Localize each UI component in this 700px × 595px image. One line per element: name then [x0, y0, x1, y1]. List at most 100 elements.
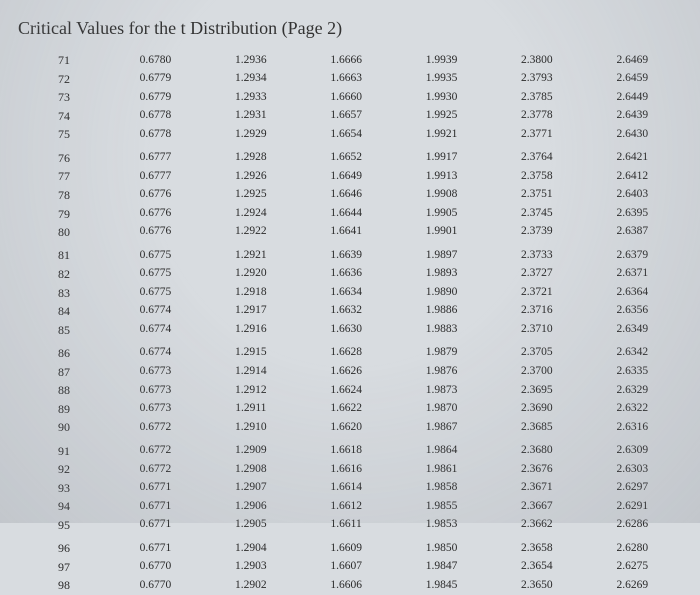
- table-container: 710.67801.29361.66661.99392.38002.646972…: [0, 51, 700, 595]
- value-cell: 1.2921: [203, 241, 298, 264]
- value-cell: 1.6639: [298, 241, 393, 264]
- value-cell: 1.6636: [298, 265, 393, 284]
- table-row: 950.67711.29051.66111.98532.36622.6286: [50, 516, 680, 535]
- value-cell: 1.2910: [203, 418, 298, 437]
- value-cell: 0.6772: [108, 418, 203, 437]
- df-cell: 77: [50, 167, 108, 186]
- value-cell: 1.2925: [203, 186, 298, 205]
- table-row: 740.67781.29311.66571.99252.37782.6439: [50, 107, 680, 126]
- value-cell: 1.6652: [298, 144, 393, 167]
- value-cell: 1.6649: [298, 167, 393, 186]
- value-cell: 1.6622: [298, 400, 393, 419]
- df-cell: 94: [50, 497, 108, 516]
- table-row: 770.67771.29261.66491.99132.37582.6412: [50, 167, 680, 186]
- value-cell: 2.3700: [489, 362, 584, 381]
- value-cell: 2.6329: [585, 381, 680, 400]
- value-cell: 1.2907: [203, 479, 298, 498]
- value-cell: 1.2920: [203, 265, 298, 284]
- value-cell: 0.6774: [108, 339, 203, 362]
- value-cell: 1.2908: [203, 460, 298, 479]
- value-cell: 1.9879: [394, 339, 489, 362]
- df-cell: 84: [50, 302, 108, 321]
- value-cell: 1.6620: [298, 418, 393, 437]
- df-cell: 93: [50, 479, 108, 498]
- df-cell: 91: [50, 437, 108, 460]
- value-cell: 0.6774: [108, 321, 203, 340]
- value-cell: 1.6657: [298, 107, 393, 126]
- value-cell: 1.9845: [394, 576, 489, 595]
- value-cell: 2.3705: [489, 339, 584, 362]
- value-cell: 0.6771: [108, 479, 203, 498]
- value-cell: 2.3716: [489, 302, 584, 321]
- value-cell: 2.6286: [585, 516, 680, 535]
- value-cell: 2.3733: [489, 241, 584, 264]
- value-cell: 2.3662: [489, 516, 584, 535]
- t-distribution-table: 710.67801.29361.66661.99392.38002.646972…: [50, 51, 680, 595]
- value-cell: 2.3727: [489, 265, 584, 284]
- value-cell: 1.9930: [394, 88, 489, 107]
- table-row: 760.67771.29281.66521.99172.37642.6421: [50, 144, 680, 167]
- value-cell: 1.6632: [298, 302, 393, 321]
- value-cell: 2.3778: [489, 107, 584, 126]
- value-cell: 1.6634: [298, 283, 393, 302]
- value-cell: 0.6778: [108, 125, 203, 144]
- value-cell: 0.6777: [108, 167, 203, 186]
- value-cell: 2.6379: [585, 241, 680, 264]
- value-cell: 0.6780: [108, 51, 203, 70]
- value-cell: 2.6280: [585, 534, 680, 557]
- value-cell: 1.6628: [298, 339, 393, 362]
- value-cell: 1.9908: [394, 186, 489, 205]
- value-cell: 2.6297: [585, 479, 680, 498]
- df-cell: 79: [50, 204, 108, 223]
- value-cell: 1.6618: [298, 437, 393, 460]
- value-cell: 1.9861: [394, 460, 489, 479]
- value-cell: 2.6275: [585, 558, 680, 577]
- table-row: 910.67721.29091.66181.98642.36802.6309: [50, 437, 680, 460]
- value-cell: 1.6630: [298, 321, 393, 340]
- value-cell: 0.6773: [108, 400, 203, 419]
- value-cell: 2.3739: [489, 223, 584, 242]
- value-cell: 2.6269: [585, 576, 680, 595]
- value-cell: 1.9917: [394, 144, 489, 167]
- table-row: 790.67761.29241.66441.99052.37452.6395: [50, 204, 680, 223]
- value-cell: 2.6412: [585, 167, 680, 186]
- value-cell: 1.6660: [298, 88, 393, 107]
- value-cell: 0.6776: [108, 204, 203, 223]
- value-cell: 2.6322: [585, 400, 680, 419]
- value-cell: 2.6349: [585, 321, 680, 340]
- value-cell: 1.6644: [298, 204, 393, 223]
- value-cell: 1.9853: [394, 516, 489, 535]
- value-cell: 0.6775: [108, 241, 203, 264]
- value-cell: 2.6449: [585, 88, 680, 107]
- table-row: 750.67781.29291.66541.99212.37712.6430: [50, 125, 680, 144]
- value-cell: 2.6335: [585, 362, 680, 381]
- value-cell: 2.3685: [489, 418, 584, 437]
- value-cell: 1.2928: [203, 144, 298, 167]
- df-cell: 98: [50, 576, 108, 595]
- df-cell: 76: [50, 144, 108, 167]
- value-cell: 1.9876: [394, 362, 489, 381]
- value-cell: 2.3751: [489, 186, 584, 205]
- value-cell: 1.2917: [203, 302, 298, 321]
- value-cell: 2.6387: [585, 223, 680, 242]
- value-cell: 1.2931: [203, 107, 298, 126]
- df-cell: 80: [50, 223, 108, 242]
- value-cell: 2.3654: [489, 558, 584, 577]
- value-cell: 1.9925: [394, 107, 489, 126]
- table-row: 830.67751.29181.66341.98902.37212.6364: [50, 283, 680, 302]
- value-cell: 0.6776: [108, 186, 203, 205]
- value-cell: 0.6779: [108, 88, 203, 107]
- value-cell: 1.2926: [203, 167, 298, 186]
- table-row: 890.67731.29111.66221.98702.36902.6322: [50, 400, 680, 419]
- df-cell: 96: [50, 534, 108, 557]
- df-cell: 73: [50, 88, 108, 107]
- df-cell: 72: [50, 70, 108, 89]
- value-cell: 2.6439: [585, 107, 680, 126]
- value-cell: 2.6356: [585, 302, 680, 321]
- value-cell: 1.9905: [394, 204, 489, 223]
- value-cell: 1.6607: [298, 558, 393, 577]
- df-cell: 81: [50, 241, 108, 264]
- value-cell: 2.6403: [585, 186, 680, 205]
- value-cell: 0.6773: [108, 362, 203, 381]
- value-cell: 1.6609: [298, 534, 393, 557]
